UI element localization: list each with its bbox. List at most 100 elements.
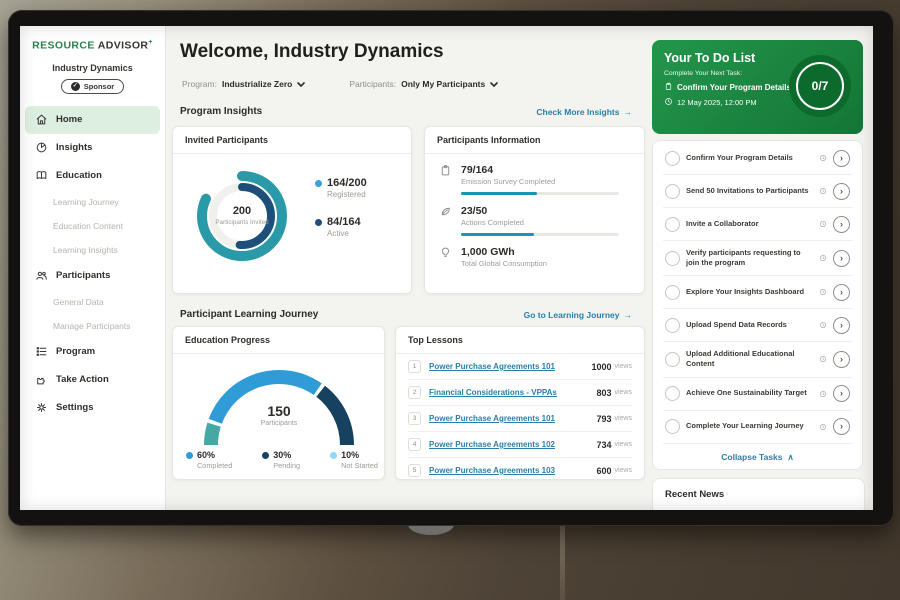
donut-center-value: 200 [233, 205, 251, 217]
lesson-row: 3 Power Purchase Agreements 101 793 view… [408, 405, 632, 431]
book-icon [35, 169, 48, 182]
chevron-right-icon[interactable]: › [833, 418, 850, 435]
recent-news-card: Recent News [652, 478, 865, 510]
task-checkbox[interactable] [665, 419, 680, 434]
clock-icon [819, 182, 827, 200]
collapse-tasks-link[interactable]: Collapse Tasks ∧ [663, 444, 852, 468]
info-row-consumption: 1,000 GWh Total Global Consumption [425, 236, 644, 268]
pending-dot [262, 452, 269, 459]
lesson-row: 1 Power Purchase Agreements 101 1000 vie… [408, 354, 632, 379]
task-row: Verify participants requesting to join t… [663, 241, 852, 276]
clipboard-icon [664, 82, 673, 93]
sidebar: RESOURCE ADVISOR+ Industry Dynamics ✓ Sp… [20, 26, 166, 510]
sidebar-item-participants[interactable]: Participants [25, 262, 160, 290]
lesson-row: 4 Power Purchase Agreements 102 734 view… [408, 431, 632, 457]
next-task-due: 12 May 2025, 12:00 PM [664, 97, 792, 108]
sidebar-nav: Home Insights Education Learning Journey… [20, 106, 165, 422]
sidebar-item-settings[interactable]: Settings [25, 394, 160, 422]
sponsor-role-icon: ✓ [71, 82, 80, 91]
task-row: Explore Your Insights Dashboard › [663, 276, 852, 309]
dashboard-screen: RESOURCE ADVISOR+ Industry Dynamics ✓ Sp… [20, 26, 873, 510]
program-dropdown[interactable]: Program: Industrialize Zero [182, 79, 305, 89]
chevron-right-icon[interactable]: › [833, 385, 850, 402]
legend-pending: 30% Pending [262, 450, 300, 470]
task-row: Upload Additional Educational Content › [663, 342, 852, 377]
legend-not-started: 10% Not Started [330, 450, 378, 470]
home-icon [35, 113, 48, 126]
todo-progress-ring: 0/7 [789, 55, 851, 117]
donut-legend: 164/200 Registered 84/164 Active [315, 177, 367, 255]
page-title: Welcome, Industry Dynamics [180, 41, 444, 63]
org-name: Industry Dynamics [20, 63, 165, 73]
wall-edge-highlight [560, 526, 565, 600]
sidebar-item-program[interactable]: Program [25, 338, 160, 366]
gauge-center-label: Participants [189, 420, 369, 427]
completed-dot [186, 452, 193, 459]
clock-icon [819, 283, 827, 301]
gauge-legend: 60% Completed 30% Pending 10% Not Starte… [186, 450, 378, 470]
lightbulb-icon [439, 246, 452, 264]
info-row-survey: 79/164 Emission Survey Completed [425, 154, 644, 195]
chevron-right-icon[interactable]: › [833, 250, 850, 267]
sidebar-item-learning-journey[interactable]: Learning Journey [20, 190, 165, 214]
clock-icon [819, 316, 827, 334]
participants-dropdown[interactable]: Participants: Only My Participants [349, 79, 498, 89]
lesson-row: 5 Power Purchase Agreements 103 600 view… [408, 457, 632, 483]
filters: Program: Industrialize Zero Participants… [182, 79, 498, 89]
sidebar-item-learning-insights[interactable]: Learning Insights [20, 238, 165, 262]
survey-progress-bar [461, 192, 619, 195]
lesson-link[interactable]: Power Purchase Agreements 102 [429, 440, 596, 449]
invited-participants-card: Invited Participants 200 Participants In… [172, 126, 412, 294]
chevron-right-icon[interactable]: › [833, 183, 850, 200]
sidebar-item-general-data[interactable]: General Data [20, 290, 165, 314]
leaf-icon [439, 205, 452, 223]
education-gauge-chart: 150 Participants [189, 357, 369, 449]
task-checkbox[interactable] [665, 251, 680, 266]
monitor-bezel: RESOURCE ADVISOR+ Industry Dynamics ✓ Sp… [8, 10, 894, 526]
lesson-row: 2 Financial Considerations - VPPAs 803 v… [408, 379, 632, 405]
gauge-center-value: 150 [189, 403, 369, 419]
sidebar-item-insights[interactable]: Insights [25, 134, 160, 162]
task-checkbox[interactable] [665, 386, 680, 401]
task-checkbox[interactable] [665, 285, 680, 300]
task-checkbox[interactable] [665, 217, 680, 232]
lesson-link[interactable]: Financial Considerations - VPPAs [429, 388, 596, 397]
list-icon [35, 345, 48, 358]
arrow-right-icon: → [624, 310, 633, 320]
task-checkbox[interactable] [665, 151, 680, 166]
program-insights-header: Program Insights Check More Insights → [180, 106, 632, 117]
chevron-right-icon[interactable]: › [833, 216, 850, 233]
lesson-link[interactable]: Power Purchase Agreements 101 [429, 414, 596, 423]
task-checkbox[interactable] [665, 352, 680, 367]
task-checkbox[interactable] [665, 318, 680, 333]
legend-active: 84/164 Active [315, 216, 367, 238]
clock-icon [664, 97, 673, 108]
clock-icon [819, 149, 827, 167]
participants-information-card: Participants Information 79/164 Emission… [424, 126, 645, 294]
education-progress-card: Education Progress 150 Participants 60% … [172, 326, 385, 480]
clock-icon [819, 385, 827, 403]
check-more-insights-link[interactable]: Check More Insights → [536, 107, 632, 117]
sidebar-item-manage-participants[interactable]: Manage Participants [20, 314, 165, 338]
task-row: Complete Your Learning Journey › [663, 411, 852, 444]
donut-center-label: Participants Invited [215, 219, 269, 227]
arrow-right-icon: → [624, 107, 633, 117]
top-lessons-card: Top Lessons 1 Power Purchase Agreements … [395, 326, 645, 480]
info-progress-fill-1 [461, 233, 534, 236]
sidebar-item-take-action[interactable]: Take Action [25, 366, 160, 394]
lesson-link[interactable]: Power Purchase Agreements 103 [429, 466, 596, 475]
go-to-learning-journey-link[interactable]: Go to Learning Journey → [524, 310, 632, 320]
chevron-right-icon[interactable]: › [833, 284, 850, 301]
info-progress-fill-0 [461, 192, 537, 195]
chevron-right-icon[interactable]: › [833, 150, 850, 167]
chevron-right-icon[interactable]: › [833, 317, 850, 334]
sidebar-item-education[interactable]: Education [25, 162, 160, 190]
sidebar-item-home[interactable]: Home [25, 106, 160, 134]
chevron-down-icon [297, 79, 305, 89]
lesson-link[interactable]: Power Purchase Agreements 101 [429, 362, 591, 371]
chevron-right-icon[interactable]: › [833, 351, 850, 368]
not-started-dot [330, 452, 337, 459]
pie-chart-icon [35, 141, 48, 154]
sidebar-item-education-content[interactable]: Education Content [20, 214, 165, 238]
task-checkbox[interactable] [665, 184, 680, 199]
